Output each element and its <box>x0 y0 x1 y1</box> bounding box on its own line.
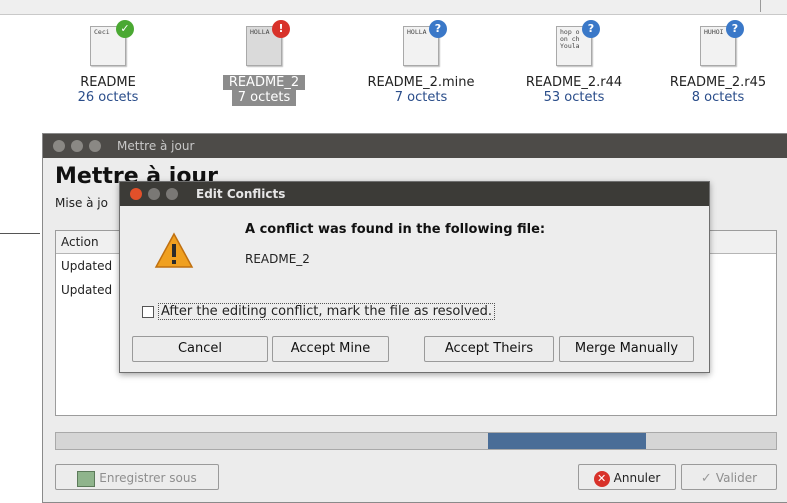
thumbs-up-icon: ✓ <box>700 470 712 486</box>
toolbar-divider <box>760 0 761 12</box>
question-icon: ? <box>726 20 744 38</box>
conflict-dialog-titlebar[interactable]: Edit Conflicts <box>120 182 709 206</box>
validate-button[interactable]: ✓ Valider <box>681 464 777 490</box>
save-as-label: Enregistrer sous <box>99 471 197 485</box>
cancel-button[interactable]: ✕ Annuler <box>578 464 676 490</box>
maximize-icon[interactable] <box>166 188 179 200</box>
cancel-label: Annuler <box>613 471 661 485</box>
file-item-readme-2[interactable]: HOLLA ! README_2 7 octets <box>194 20 334 106</box>
question-icon: ? <box>429 20 447 38</box>
close-icon[interactable] <box>53 140 65 152</box>
merge-manually-button[interactable]: Merge Manually <box>559 336 694 362</box>
accept-mine-button[interactable]: Accept Mine <box>272 336 389 362</box>
window-title: Mettre à jour <box>117 139 195 153</box>
validate-label: Valider <box>715 471 758 485</box>
file-item-readme[interactable]: Ceci ✓ README 26 octets <box>38 20 178 106</box>
maximize-icon[interactable] <box>88 140 101 152</box>
file-name: README_2 <box>222 75 306 90</box>
file-size: 53 octets <box>543 90 605 105</box>
file-item-readme-2-mine[interactable]: HOLLA ? README_2.mine 7 octets <box>351 20 491 106</box>
mark-resolved-option[interactable]: After the editing conflict, mark the fil… <box>142 303 496 320</box>
file-item-readme-2-r44[interactable]: hop o on ch Youla ? README_2.r44 53 octe… <box>504 20 644 106</box>
accept-theirs-button[interactable]: Accept Theirs <box>424 336 554 362</box>
file-name: README_2.r44 <box>525 75 623 90</box>
cancel-icon: ✕ <box>593 470 610 487</box>
file-size: 26 octets <box>77 90 139 105</box>
dialog-title: Edit Conflicts <box>196 187 286 201</box>
update-dialog-titlebar[interactable]: Mettre à jour <box>43 134 787 158</box>
file-size: 7 octets <box>394 90 448 105</box>
minimize-icon[interactable] <box>148 188 161 200</box>
top-toolbar <box>0 0 787 15</box>
cancel-button[interactable]: Cancel <box>132 336 268 362</box>
progress-fill <box>488 433 646 449</box>
file-list: Ceci ✓ README 26 octets HOLLA ! README_2… <box>0 20 787 116</box>
close-icon[interactable] <box>130 188 142 200</box>
edit-conflicts-dialog: Edit Conflicts A conflict was found in t… <box>119 181 710 373</box>
subtitle: Mise à jo <box>55 196 108 210</box>
file-thumbnail: HOLLA ? <box>403 20 447 66</box>
file-item-readme-2-r45[interactable]: HUHOI ? README_2.r45 8 octets <box>648 20 787 106</box>
file-name: README_2.r45 <box>669 75 767 90</box>
error-icon: ! <box>272 20 290 38</box>
warning-icon <box>154 232 194 268</box>
file-size: 7 octets <box>231 90 297 106</box>
mark-resolved-checkbox[interactable] <box>142 305 154 318</box>
conflict-message: A conflict was found in the following fi… <box>245 222 546 237</box>
file-thumbnail: HUHOI ? <box>700 20 744 66</box>
save-icon <box>77 470 96 487</box>
file-thumbnail: HOLLA ! <box>246 20 290 66</box>
file-name: README <box>80 75 136 90</box>
file-thumbnail: hop o on ch Youla ? <box>556 20 600 66</box>
minimize-icon[interactable] <box>70 140 83 152</box>
mark-resolved-label: After the editing conflict, mark the fil… <box>158 303 496 320</box>
file-size: 8 octets <box>691 90 745 105</box>
question-icon: ? <box>582 20 600 38</box>
check-icon: ✓ <box>116 20 134 38</box>
divider-line <box>0 233 40 234</box>
progress-bar <box>55 432 777 450</box>
file-thumbnail: Ceci ✓ <box>90 20 134 66</box>
save-as-button[interactable]: Enregistrer sous <box>55 464 219 490</box>
file-name: README_2.mine <box>367 75 475 90</box>
conflict-file-name: README_2 <box>245 252 310 266</box>
